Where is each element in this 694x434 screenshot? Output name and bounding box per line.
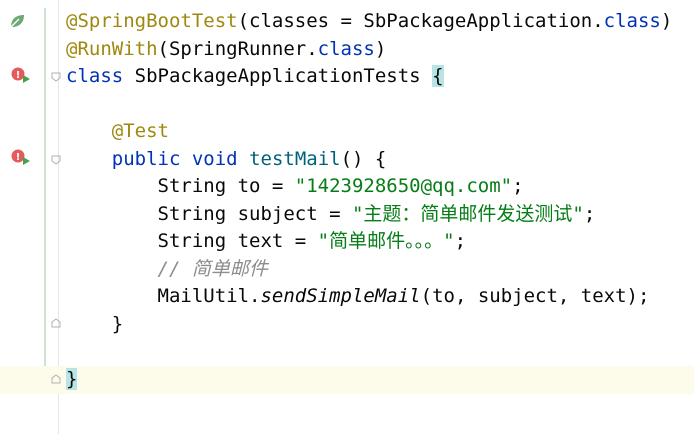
code-token: ) xyxy=(374,37,387,60)
code-line[interactable]: // 简单邮件 xyxy=(66,256,672,284)
code-token: class xyxy=(603,10,661,32)
fold-icon[interactable] xyxy=(51,374,61,384)
fold-icon[interactable] xyxy=(51,318,61,328)
code-token: class xyxy=(317,37,375,60)
code-line[interactable]: @Test xyxy=(66,118,672,146)
code-token: @Test xyxy=(66,120,169,142)
code-token: (SpringRunner. xyxy=(157,37,318,60)
code-line[interactable]: } xyxy=(66,311,672,339)
code-token: testMail xyxy=(249,147,341,170)
matched-brace: } xyxy=(66,367,78,390)
code-line[interactable]: String to = "1423928650@qq.com"; xyxy=(66,173,672,201)
code-token: String text = xyxy=(66,230,318,252)
code-token: @RunWith xyxy=(66,37,158,60)
code-token: (classes = SbPackageApplication. xyxy=(237,10,604,32)
code-editor[interactable]: @SpringBootTest(classes = SbPackageAppli… xyxy=(66,8,672,393)
code-token: (to, subject, text); xyxy=(420,285,650,307)
code-token: String to = xyxy=(66,175,295,197)
code-token: @SpringBootTest xyxy=(66,10,238,32)
code-token: ; xyxy=(454,230,467,252)
code-token: SbPackageApplicationTests xyxy=(123,65,433,87)
code-line[interactable]: @RunWith(SpringRunner.class) xyxy=(66,36,672,64)
code-line[interactable]: class SbPackageApplicationTests { xyxy=(66,63,672,91)
code-token: String subject = xyxy=(66,202,352,225)
code-token: public void xyxy=(111,147,238,170)
fold-icon[interactable] xyxy=(51,72,61,82)
svg-text:!: ! xyxy=(16,70,21,81)
spring-leaf-icon[interactable] xyxy=(8,12,26,30)
code-line[interactable]: String text = "简单邮件。。。"; xyxy=(66,228,672,256)
code-line[interactable]: public void testMail() { xyxy=(66,146,672,174)
code-line[interactable]: ​ xyxy=(66,91,672,119)
code-token: ) xyxy=(660,10,673,32)
code-token: ; xyxy=(583,202,596,225)
code-token: "1423928650@qq.com" xyxy=(294,175,513,197)
svg-text:!: ! xyxy=(16,152,21,163)
code-token: ; xyxy=(512,175,524,197)
code-token: () { xyxy=(340,147,387,170)
code-line[interactable]: MailUtil.sendSimpleMail(to, subject, tex… xyxy=(66,283,672,311)
code-token: class xyxy=(66,65,124,87)
code-token: "主题：简单邮件发送测试" xyxy=(351,202,584,225)
code-token: "简单邮件。。。" xyxy=(317,230,455,252)
fold-icon[interactable] xyxy=(51,155,61,165)
matched-brace: { xyxy=(432,65,444,87)
code-line[interactable]: ​ xyxy=(66,338,672,366)
code-token: // 简单邮件 xyxy=(157,257,268,280)
code-line[interactable]: @SpringBootTest(classes = SbPackageAppli… xyxy=(66,8,672,36)
code-line[interactable]: String subject = "主题：简单邮件发送测试"; xyxy=(66,201,672,229)
code-token: sendSimpleMail xyxy=(260,285,421,307)
code-token: MailUtil. xyxy=(66,285,261,307)
code-line[interactable]: } xyxy=(66,366,672,394)
run-test-icon[interactable]: ! xyxy=(10,148,32,168)
change-marker-bar xyxy=(44,8,46,388)
code-token: } xyxy=(66,312,124,335)
run-test-icon[interactable]: ! xyxy=(10,66,32,86)
